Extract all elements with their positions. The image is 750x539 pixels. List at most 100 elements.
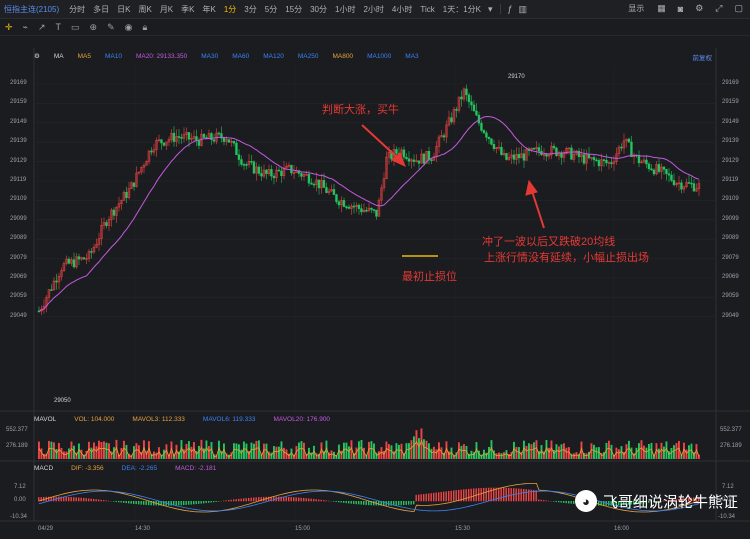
candle	[365, 210, 368, 212]
candle	[352, 205, 356, 208]
macd-bar	[113, 501, 115, 502]
macd-bar	[88, 498, 90, 502]
candle	[582, 154, 586, 164]
macd-bar	[195, 501, 197, 505]
macd-bar	[300, 497, 302, 502]
volume-bar	[98, 440, 100, 459]
price-tick: 29129	[10, 157, 27, 164]
volume-bar	[558, 446, 560, 459]
macd-bar	[305, 498, 307, 502]
candle	[132, 182, 136, 187]
volume-bar	[643, 445, 645, 459]
macd-bar	[315, 499, 317, 502]
candle	[260, 173, 263, 177]
chart-grid	[0, 48, 750, 522]
volume-bar	[278, 446, 280, 459]
volume-bar	[275, 446, 278, 459]
candle	[455, 109, 458, 111]
candle	[652, 169, 656, 175]
macd-bar	[568, 501, 570, 504]
candle	[487, 137, 491, 140]
candle	[650, 168, 653, 171]
volume-legend: MAVOL VOL: 104.000 MAVOL3: 112.333 MAVOL…	[34, 416, 330, 423]
macd-tick-bottom-right: -10.34	[718, 514, 736, 520]
macd-bar	[440, 491, 442, 502]
candle	[312, 183, 316, 186]
macd-bar	[238, 498, 240, 502]
macd-bar	[225, 500, 227, 502]
macd-bar	[553, 501, 555, 502]
candle	[412, 159, 416, 162]
macd-bar	[468, 488, 470, 502]
volume-bar	[65, 451, 68, 459]
macd-bar	[525, 489, 527, 502]
candle	[265, 169, 268, 174]
volume-bar	[378, 451, 380, 459]
macd-bar	[480, 488, 482, 502]
stop-annotation: 最初止损位	[402, 271, 457, 283]
price-tick: 29159	[10, 99, 27, 106]
macd-bar	[145, 501, 147, 505]
candle	[270, 169, 273, 177]
candle	[522, 153, 526, 161]
volume-bar	[533, 442, 535, 459]
macd-bar	[98, 499, 100, 502]
macd-bar	[405, 501, 407, 505]
macd-bar	[523, 488, 525, 502]
volume-bar	[498, 452, 500, 459]
candle	[150, 150, 153, 153]
time-tick: 15:00	[295, 526, 311, 532]
price-tick: 29139	[722, 138, 739, 145]
watermark: ◕ 飞哥细说涡轮牛熊证	[574, 490, 738, 512]
macd-bar	[198, 501, 200, 504]
price-tick: 29069	[722, 274, 739, 280]
macd-bar	[95, 499, 97, 502]
candle	[402, 149, 406, 158]
time-tick: 15:30	[455, 526, 471, 532]
candle	[332, 189, 336, 195]
volume-bar	[585, 453, 588, 459]
kline-chart[interactable]	[0, 0, 750, 539]
volume-bar	[565, 447, 568, 459]
macd-legend: MACD DIF: -3.356 DEA: -2.265 MACD: -2.18…	[34, 465, 216, 472]
candle	[465, 88, 468, 96]
candle	[197, 140, 201, 146]
vol-tick-mid-right: 276.189	[720, 443, 742, 449]
macd-bar	[373, 501, 375, 506]
macd-bar	[108, 500, 110, 502]
ma20-line	[38, 115, 700, 312]
macd-bar	[158, 501, 160, 506]
macd-bar	[273, 496, 275, 502]
candle	[467, 94, 471, 103]
volume-bar	[573, 453, 575, 459]
price-tick: 29049	[10, 312, 27, 319]
high-price-label: 29170	[508, 74, 525, 80]
macd-bar	[148, 501, 150, 506]
candle	[662, 166, 666, 170]
macd-bar	[68, 496, 70, 502]
macd-bar	[428, 493, 430, 502]
volume-bar	[500, 453, 503, 459]
price-tick: 29089	[10, 235, 27, 242]
macd-tick-top: 7.12	[14, 484, 26, 490]
volume-bar	[90, 447, 93, 459]
price-tick: 29119	[722, 177, 739, 183]
volume-bar	[103, 441, 105, 459]
candle	[620, 146, 623, 149]
candle	[257, 166, 261, 174]
macd-tick-zero: 0.00	[14, 497, 26, 503]
macd-bar	[200, 501, 202, 504]
macd-bar	[285, 496, 287, 502]
candle	[307, 174, 311, 184]
candle	[345, 206, 348, 208]
candle	[252, 161, 256, 174]
volume-bar	[685, 449, 688, 459]
volume-bar	[563, 443, 565, 459]
volume-bar	[433, 446, 435, 459]
candle	[177, 136, 181, 138]
price-tick: 29109	[10, 196, 27, 203]
volume-bar	[638, 443, 640, 459]
macd-bar	[415, 494, 417, 502]
macd-bar	[140, 501, 142, 505]
macd-bar	[505, 487, 507, 502]
